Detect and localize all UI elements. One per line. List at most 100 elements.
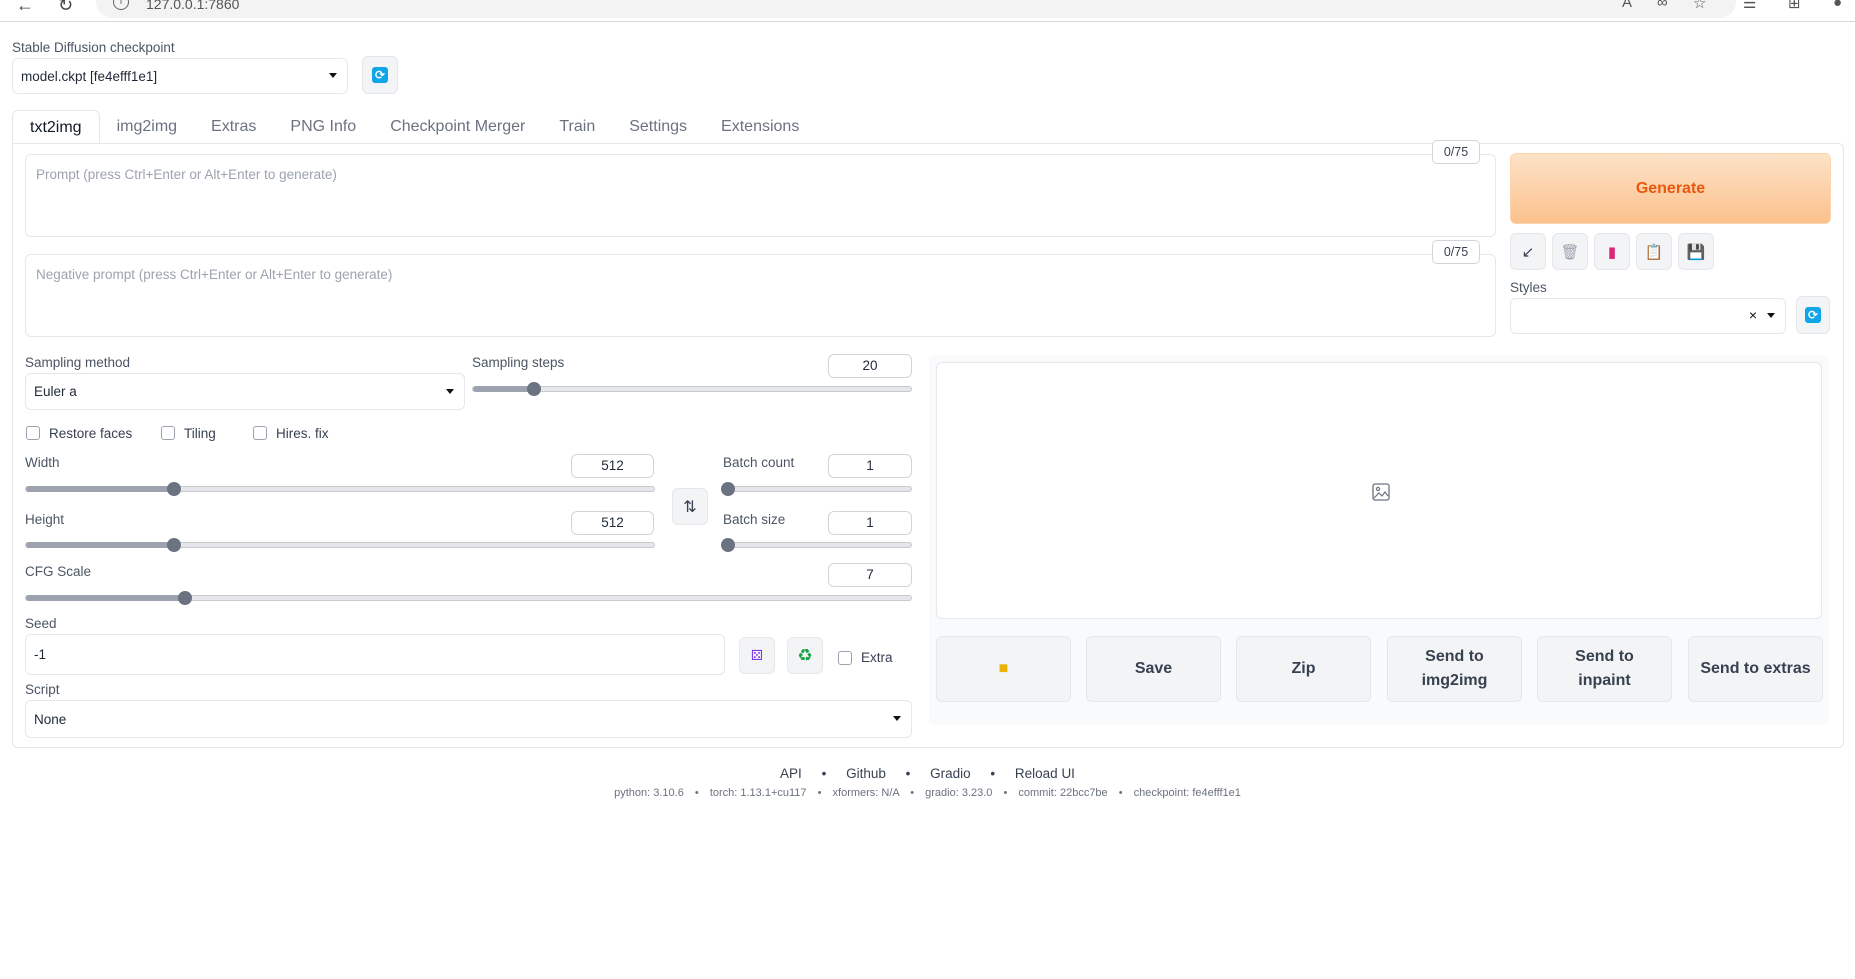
script-label: Script <box>25 682 60 697</box>
refresh-checkpoint-button[interactable]: ⟳ <box>362 56 398 94</box>
batch-count-input[interactable]: 1 <box>828 454 912 478</box>
cfg-scale-input[interactable]: 7 <box>828 563 912 587</box>
chevron-down-icon <box>1767 313 1775 318</box>
slider-thumb[interactable] <box>166 538 181 552</box>
save-style-button[interactable]: 💾 <box>1678 233 1714 270</box>
main-tabs: txt2img img2img Extras PNG Info Checkpoi… <box>12 110 816 144</box>
extra-networks-button[interactable]: ▮ <box>1594 233 1630 270</box>
send-to-inpaint-button[interactable]: Send to inpaint <box>1537 636 1672 702</box>
cfg-scale-label: CFG Scale <box>25 564 92 579</box>
tab-txt2img[interactable]: txt2img <box>12 110 100 144</box>
sampling-steps-input[interactable]: 20 <box>828 354 912 378</box>
arrow-down-left-icon: ↙ <box>1521 243 1535 261</box>
profile-icon[interactable]: ● <box>1833 0 1842 11</box>
send-to-img2img-button[interactable]: Send to img2img <box>1387 636 1522 702</box>
back-icon[interactable]: ← <box>16 0 34 16</box>
github-link[interactable]: Github <box>846 766 886 781</box>
slider-thumb[interactable] <box>720 538 735 552</box>
collections-icon[interactable]: ⊞ <box>1788 0 1801 12</box>
extension-icon[interactable]: ∞ <box>1657 0 1668 11</box>
address-bar[interactable] <box>96 0 1736 18</box>
output-gallery[interactable] <box>936 362 1822 619</box>
cfg-scale-slider[interactable] <box>25 591 912 605</box>
reuse-seed-button[interactable]: ♻ <box>787 637 823 674</box>
height-input[interactable]: 512 <box>571 511 654 535</box>
folder-icon: ■ <box>998 660 1009 677</box>
clear-prompt-button[interactable]: 🗑 <box>1552 233 1588 270</box>
sampling-steps-slider[interactable] <box>472 382 912 396</box>
hires-fix-checkbox[interactable] <box>253 426 267 440</box>
seed-input[interactable]: -1 <box>25 634 725 675</box>
height-label: Height <box>25 512 65 527</box>
dice-icon: ⚄ <box>750 647 764 663</box>
seed-value: -1 <box>34 647 47 662</box>
slider-fill <box>473 386 535 392</box>
xformers-version: xformers: N/A <box>832 787 900 799</box>
tiling-checkbox[interactable] <box>161 426 175 440</box>
slider-fill <box>26 542 174 548</box>
browser-toolbar: ← ↻ i 127.0.0.1:7860 A ∞ ☆ ☰ ⊞ ● <box>0 0 1855 22</box>
batch-size-input[interactable]: 1 <box>828 511 912 535</box>
floppy-disk-icon: 💾 <box>1686 243 1706 261</box>
script-select[interactable]: None <box>25 700 912 738</box>
python-version: python: 3.10.6 <box>614 787 684 799</box>
slider-fill <box>26 595 186 601</box>
tab-extras[interactable]: Extras <box>194 110 273 144</box>
favorites-icon[interactable]: ☰ <box>1743 0 1756 12</box>
refresh-icon: ⟳ <box>372 67 388 83</box>
sampling-method-value: Euler a <box>34 384 77 399</box>
tab-settings[interactable]: Settings <box>612 110 704 144</box>
tab-extensions[interactable]: Extensions <box>704 110 816 144</box>
extra-seed-label: Extra <box>861 650 893 665</box>
tiling-label: Tiling <box>184 426 216 441</box>
restore-faces-checkbox[interactable] <box>26 426 40 440</box>
read-aloud-icon[interactable]: A <box>1622 0 1632 11</box>
reload-ui-link[interactable]: Reload UI <box>1015 766 1075 781</box>
checkpoint-label: Stable Diffusion checkpoint <box>12 40 175 55</box>
version-info: python: 3.10.6 • torch: 1.13.1+cu117 • x… <box>614 787 1241 799</box>
apply-style-button[interactable]: 📋 <box>1636 233 1672 270</box>
negative-prompt-input[interactable]: Negative prompt (press Ctrl+Enter or Alt… <box>25 254 1496 337</box>
swap-dimensions-button[interactable]: ⇅ <box>672 488 708 525</box>
open-folder-button[interactable]: ■ <box>936 636 1071 702</box>
sampling-method-select[interactable]: Euler a <box>25 373 465 410</box>
width-input[interactable]: 512 <box>571 454 654 478</box>
favorite-add-icon[interactable]: ☆ <box>1693 0 1706 12</box>
height-slider[interactable] <box>25 538 655 552</box>
reload-icon[interactable]: ↻ <box>58 0 73 16</box>
batch-count-slider[interactable] <box>720 482 912 496</box>
image-placeholder-icon <box>1372 483 1390 501</box>
seed-label: Seed <box>25 616 57 631</box>
torch-version: torch: 1.13.1+cu117 <box>709 787 807 799</box>
api-link[interactable]: API <box>780 766 802 781</box>
width-slider[interactable] <box>25 482 655 496</box>
slider-thumb[interactable] <box>166 482 181 496</box>
chevron-down-icon <box>893 716 901 721</box>
clear-icon[interactable]: × <box>1749 307 1757 323</box>
tab-checkpoint-merger[interactable]: Checkpoint Merger <box>373 110 542 144</box>
extra-seed-checkbox[interactable] <box>838 651 852 665</box>
batch-count-label: Batch count <box>723 455 795 470</box>
generate-button[interactable]: Generate <box>1510 153 1831 224</box>
tab-png-info[interactable]: PNG Info <box>273 110 373 144</box>
prompt-input[interactable]: Prompt (press Ctrl+Enter or Alt+Enter to… <box>25 154 1496 237</box>
styles-select[interactable]: × <box>1510 298 1786 334</box>
checkpoint-select[interactable]: model.ckpt [fe4efff1e1] <box>12 58 348 94</box>
send-to-extras-button[interactable]: Send to extras <box>1688 636 1823 702</box>
gradio-link[interactable]: Gradio <box>930 766 971 781</box>
tab-img2img[interactable]: img2img <box>100 110 194 144</box>
tab-train[interactable]: Train <box>542 110 612 144</box>
trash-icon: 🗑 <box>1560 243 1580 261</box>
refresh-icon: ⟳ <box>1805 307 1821 323</box>
save-button[interactable]: Save <box>1086 636 1221 702</box>
read-params-button[interactable]: ↙ <box>1510 233 1546 270</box>
gradio-version: gradio: 3.23.0 <box>925 787 993 799</box>
random-seed-button[interactable]: ⚄ <box>739 637 775 674</box>
zip-button[interactable]: Zip <box>1236 636 1371 702</box>
address-text[interactable]: 127.0.0.1:7860 <box>146 0 239 12</box>
slider-fill <box>26 486 174 492</box>
checkpoint-value: model.ckpt [fe4efff1e1] <box>21 68 158 84</box>
slider-thumb[interactable] <box>720 482 735 496</box>
batch-size-slider[interactable] <box>720 538 912 552</box>
refresh-styles-button[interactable]: ⟳ <box>1796 296 1830 334</box>
